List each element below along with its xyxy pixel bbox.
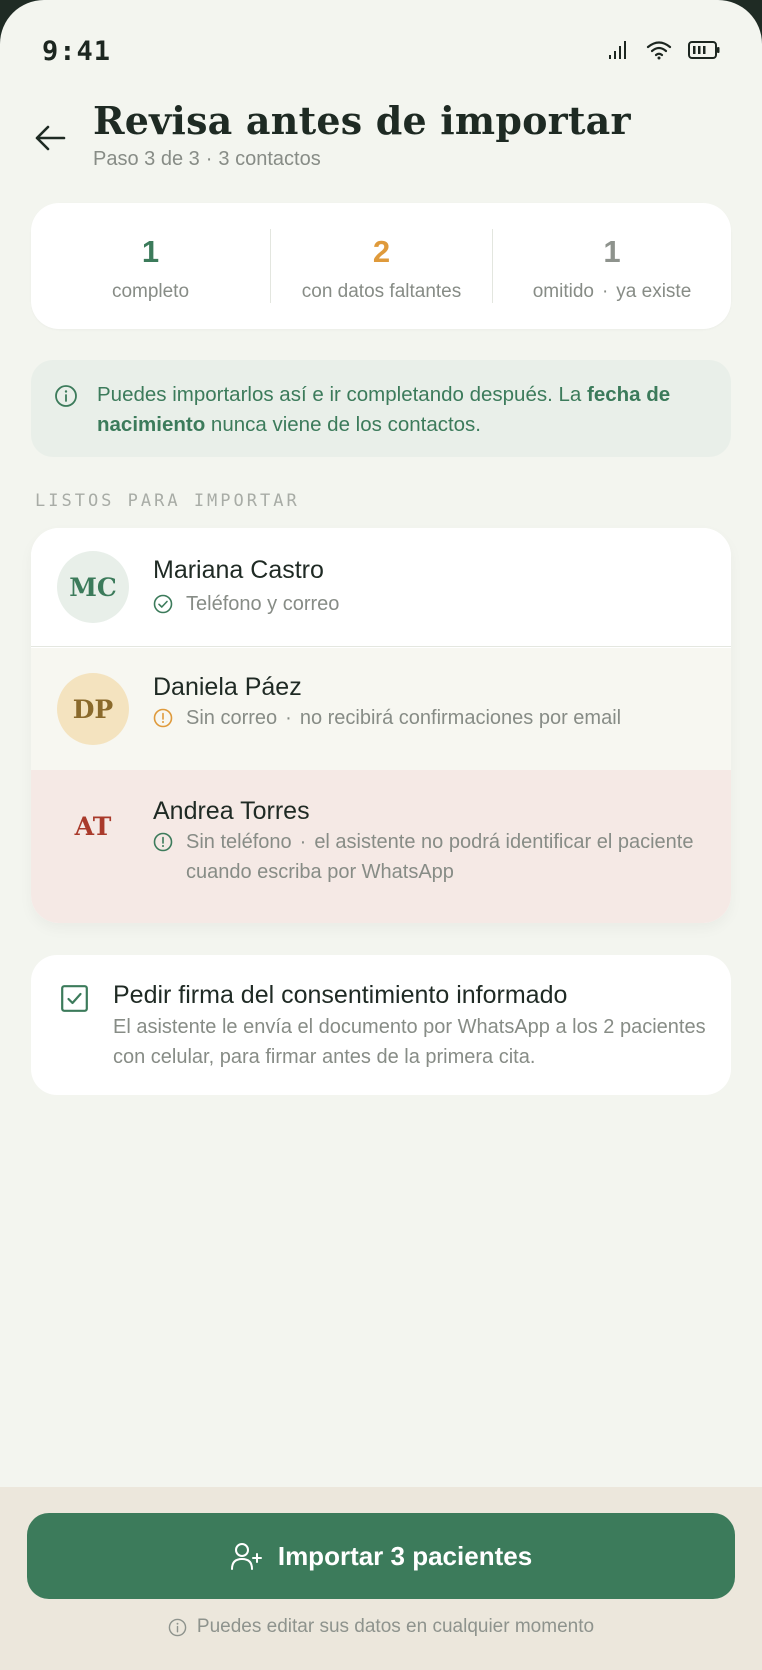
- footer-note-text: Puedes editar sus datos en cualquier mom…: [196, 1616, 595, 1637]
- stat-complete-label: completo: [111, 281, 190, 302]
- stat-skipped-value: 1: [603, 234, 621, 269]
- screen: 9:41 Revisa antes de importar Paso 3 de …: [0, 0, 762, 1670]
- page-title: Revisa antes de importar: [93, 98, 631, 143]
- warning-circle-icon: [153, 708, 173, 728]
- import-patients-button[interactable]: Importar 3 pacientes: [27, 1513, 735, 1599]
- stat-skipped-separator: ·: [601, 281, 609, 302]
- wifi-icon: [646, 41, 672, 60]
- contact-detail: Sin teléfono · el asistente no podrá ident…: [186, 827, 706, 887]
- avatar: MC: [57, 551, 129, 623]
- contact-row-andrea-torres[interactable]: AT Andrea Torres Sin teléfono · el asisten…: [31, 770, 731, 923]
- consent-description: El asistente le envía el documento por W…: [113, 1016, 706, 1068]
- avatar: DP: [57, 673, 129, 745]
- alert-circle-icon: [153, 832, 173, 852]
- contact-name: Mariana Castro: [153, 556, 324, 584]
- stat-complete: 1 completo: [31, 229, 270, 303]
- page-subtitle: Paso 3 de 3 · 3 contactos: [93, 148, 321, 171]
- summary-stats-card: 1 completo 2 con datos faltantes 1 omiti…: [31, 203, 731, 329]
- avatar: AT: [74, 811, 112, 841]
- stat-missing-data-label: con datos faltantes: [301, 281, 462, 302]
- consent-title: Pedir firma del consentimiento informado: [113, 981, 568, 1009]
- status-time: 9:41: [42, 36, 112, 67]
- detail-separator: ·: [285, 707, 292, 729]
- subtitle-separator: ·: [205, 148, 213, 170]
- contact-row-mariana-castro[interactable]: MC Mariana Castro Teléfono y correo: [31, 528, 731, 647]
- info-icon: [168, 1618, 187, 1636]
- section-label: LISTOS PARA IMPORTAR: [35, 491, 300, 511]
- contact-detail: Sin correo · no recibirá confirmaciones po…: [186, 703, 706, 733]
- contact-name: Daniela Páez: [153, 673, 302, 701]
- arrow-left-icon: [35, 125, 66, 151]
- stat-complete-value: 1: [141, 234, 160, 269]
- import-button-label: Importar 3 pacientes: [277, 1540, 533, 1571]
- detail-separator: ·: [299, 831, 307, 853]
- stat-skipped-label-main: omitido: [532, 281, 594, 302]
- stat-skipped: 1 omitido · ya existe: [492, 229, 731, 303]
- stat-skipped-label: omitido · ya existe: [493, 281, 731, 303]
- consent-checkbox[interactable]: [61, 985, 88, 1012]
- battery-icon: [688, 41, 720, 59]
- missing-field: Sin correo: [186, 707, 278, 729]
- info-text-end: nunca viene de los contactos.: [205, 413, 482, 436]
- missing-field: Sin teléfono: [186, 831, 292, 853]
- contact-row-daniela-paez[interactable]: DP Daniela Páez Sin correo · no recibirá c…: [31, 648, 731, 770]
- consent-option-card[interactable]: Pedir firma del consentimiento informado…: [31, 955, 731, 1095]
- missing-consequence: no recibirá confirmaciones por email: [299, 707, 622, 729]
- check-circle-icon: [153, 594, 173, 614]
- stat-skipped-reason: ya existe: [616, 281, 692, 302]
- info-banner-text: Puedes importarlos así e ir completando …: [97, 380, 707, 440]
- cellular-signal-icon: [609, 41, 626, 59]
- contact-detail: Teléfono y correo: [186, 593, 340, 615]
- contact-name: Andrea Torres: [153, 797, 310, 825]
- contacts-count: 3 contactos: [218, 148, 321, 170]
- step-indicator: Paso 3 de 3: [93, 148, 200, 170]
- back-button[interactable]: [32, 120, 68, 156]
- info-banner: Puedes importarlos así e ir completando …: [31, 360, 731, 457]
- footer-note: Puedes editar sus datos en cualquier mom…: [0, 1616, 762, 1638]
- stat-missing-data: 2 con datos faltantes: [270, 229, 492, 303]
- info-icon: [55, 385, 77, 407]
- contact-list: MC Mariana Castro Teléfono y correo DP D…: [31, 528, 731, 923]
- info-text-start: Puedes importarlos así e ir completando …: [97, 383, 587, 406]
- bottom-action-bar: Importar 3 pacientes Puedes editar sus d…: [0, 1487, 762, 1670]
- status-icons: [608, 40, 720, 60]
- stat-missing-data-value: 2: [372, 234, 391, 269]
- add-user-icon: [230, 1543, 262, 1570]
